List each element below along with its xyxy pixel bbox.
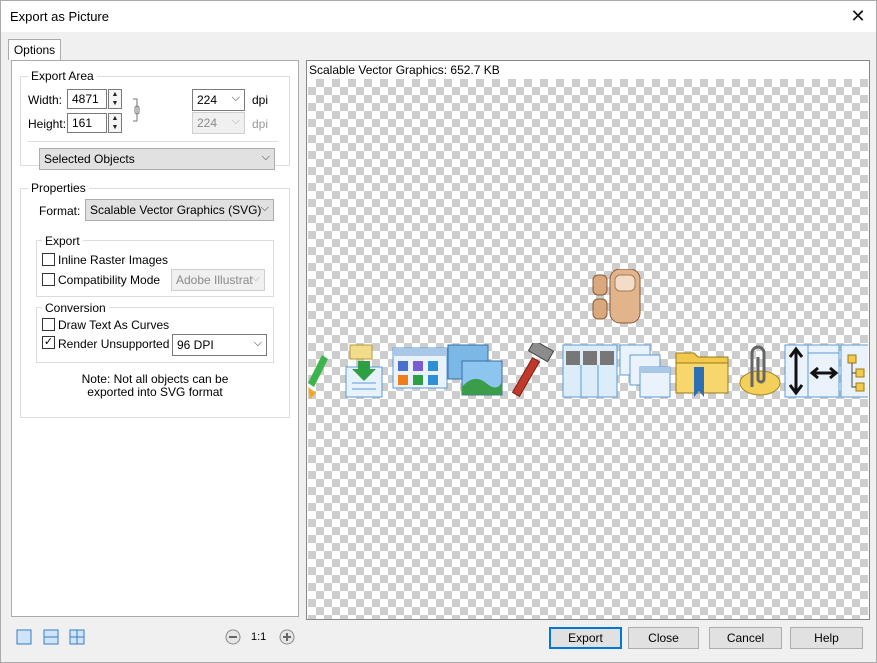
dpi-secondary-value: 224 xyxy=(197,116,218,130)
chevron-down-icon: ⌵ xyxy=(261,151,270,163)
raster-dpi-value: 96 DPI xyxy=(177,338,214,352)
export-scope-value: Selected Objects xyxy=(44,152,135,166)
text-curves-label: Draw Text As Curves xyxy=(58,318,170,332)
chevron-down-icon: ⌵ xyxy=(231,115,240,127)
hammer-icon xyxy=(511,343,555,398)
inline-raster-checkbox[interactable] xyxy=(42,253,55,266)
close-button[interactable]: Close xyxy=(628,627,699,649)
dpi-unit-label: dpi xyxy=(252,93,269,107)
help-button[interactable]: Help xyxy=(790,627,863,649)
raster-dpi-select[interactable]: 96 DPI ⌵ xyxy=(172,334,267,356)
spin-down-icon[interactable]: ▼ xyxy=(109,99,121,108)
chevron-down-icon: ⌵ xyxy=(260,202,269,214)
zoom-ratio: 1:1 xyxy=(251,631,267,643)
compat-mode-select: Adobe Illustrat ⌵ xyxy=(171,269,265,291)
chevron-down-icon: ⌵ xyxy=(231,92,240,104)
export-button[interactable]: Export xyxy=(549,627,622,649)
table-columns-icon xyxy=(562,344,618,398)
width-input[interactable]: 4871 xyxy=(67,89,107,109)
height-spinner[interactable]: ▲ ▼ xyxy=(108,113,122,133)
height-input[interactable]: 161 xyxy=(67,113,107,133)
link-aspect-icon[interactable] xyxy=(132,97,142,123)
conversion-subgroup-label: Conversion xyxy=(42,301,109,315)
export-scope-select[interactable]: Selected Objects ⌵ xyxy=(39,148,275,170)
render-unsupported-checkbox[interactable]: ✓ xyxy=(42,336,55,349)
format-select[interactable]: Scalable Vector Graphics (SVG) ⌵ xyxy=(85,199,274,221)
export-area-label: Export Area xyxy=(28,69,97,83)
svg-note-line1: Note: Not all objects can be xyxy=(81,372,229,386)
preview-canvas[interactable] xyxy=(308,79,868,619)
chevron-down-icon: ⌵ xyxy=(253,337,262,349)
title-bar: Export as Picture ✕ xyxy=(1,1,876,32)
chevron-down-icon: ⌵ xyxy=(251,272,260,284)
import-download-icon xyxy=(345,344,383,398)
format-label: Format: xyxy=(39,204,81,218)
preview-pane: Scalable Vector Graphics: 652.7 KB xyxy=(306,60,870,620)
preview-file-info: Scalable Vector Graphics: 652.7 KB xyxy=(309,63,500,77)
paperclip-note-icon xyxy=(739,345,781,396)
export-subgroup-label: Export xyxy=(42,234,83,248)
window-grid-icon xyxy=(392,347,448,389)
cascade-windows-icon xyxy=(619,344,671,398)
thumb-icon xyxy=(592,269,641,324)
split-quad-icon[interactable] xyxy=(69,629,85,645)
close-icon[interactable]: ✕ xyxy=(846,4,870,28)
tab-options[interactable]: Options xyxy=(8,39,61,60)
width-label: Width: xyxy=(28,93,63,107)
text-curves-checkbox[interactable] xyxy=(42,318,55,331)
dpi-value: 224 xyxy=(197,93,218,107)
single-view-icon[interactable] xyxy=(16,629,32,645)
dpi-select[interactable]: 224 ⌵ xyxy=(192,89,245,111)
split-horizontal-icon[interactable] xyxy=(43,629,59,645)
spin-up-icon[interactable]: ▲ xyxy=(109,114,121,123)
dpi-secondary-select: 224 ⌵ xyxy=(192,112,245,134)
width-spinner[interactable]: ▲ ▼ xyxy=(108,89,122,109)
render-unsupported-label: Render Unsupported xyxy=(58,337,170,351)
separator xyxy=(28,141,278,142)
folder-bookmark-icon xyxy=(675,352,729,397)
zoom-in-icon[interactable] xyxy=(279,629,295,645)
compat-mode-value: Adobe Illustrat xyxy=(176,273,253,287)
zoom-out-icon[interactable] xyxy=(225,629,241,645)
window-title: Export as Picture xyxy=(10,9,109,24)
height-label: Height: xyxy=(28,117,67,131)
compat-mode-checkbox[interactable] xyxy=(42,273,55,286)
options-panel: Export Area Width: 4871 ▲ ▼ Height: 161 … xyxy=(11,60,299,617)
resize-arrows-icon xyxy=(784,344,840,398)
spin-down-icon[interactable]: ▼ xyxy=(109,123,121,132)
dpi-secondary-unit: dpi xyxy=(252,117,269,131)
properties-label: Properties xyxy=(28,181,89,195)
compat-mode-label: Compatibility Mode xyxy=(58,273,161,287)
cancel-button[interactable]: Cancel xyxy=(709,627,782,649)
edit-pencil-icon xyxy=(308,355,328,399)
inline-raster-label: Inline Raster Images xyxy=(58,253,169,267)
svg-note-line2: exported into SVG format xyxy=(87,385,223,399)
format-value: Scalable Vector Graphics (SVG) xyxy=(90,203,262,217)
tree-structure-icon xyxy=(840,344,868,398)
spin-up-icon[interactable]: ▲ xyxy=(109,90,121,99)
export-dialog: Export as Picture ✕ Options Export Area … xyxy=(0,0,877,663)
pictures-icon xyxy=(447,344,503,396)
